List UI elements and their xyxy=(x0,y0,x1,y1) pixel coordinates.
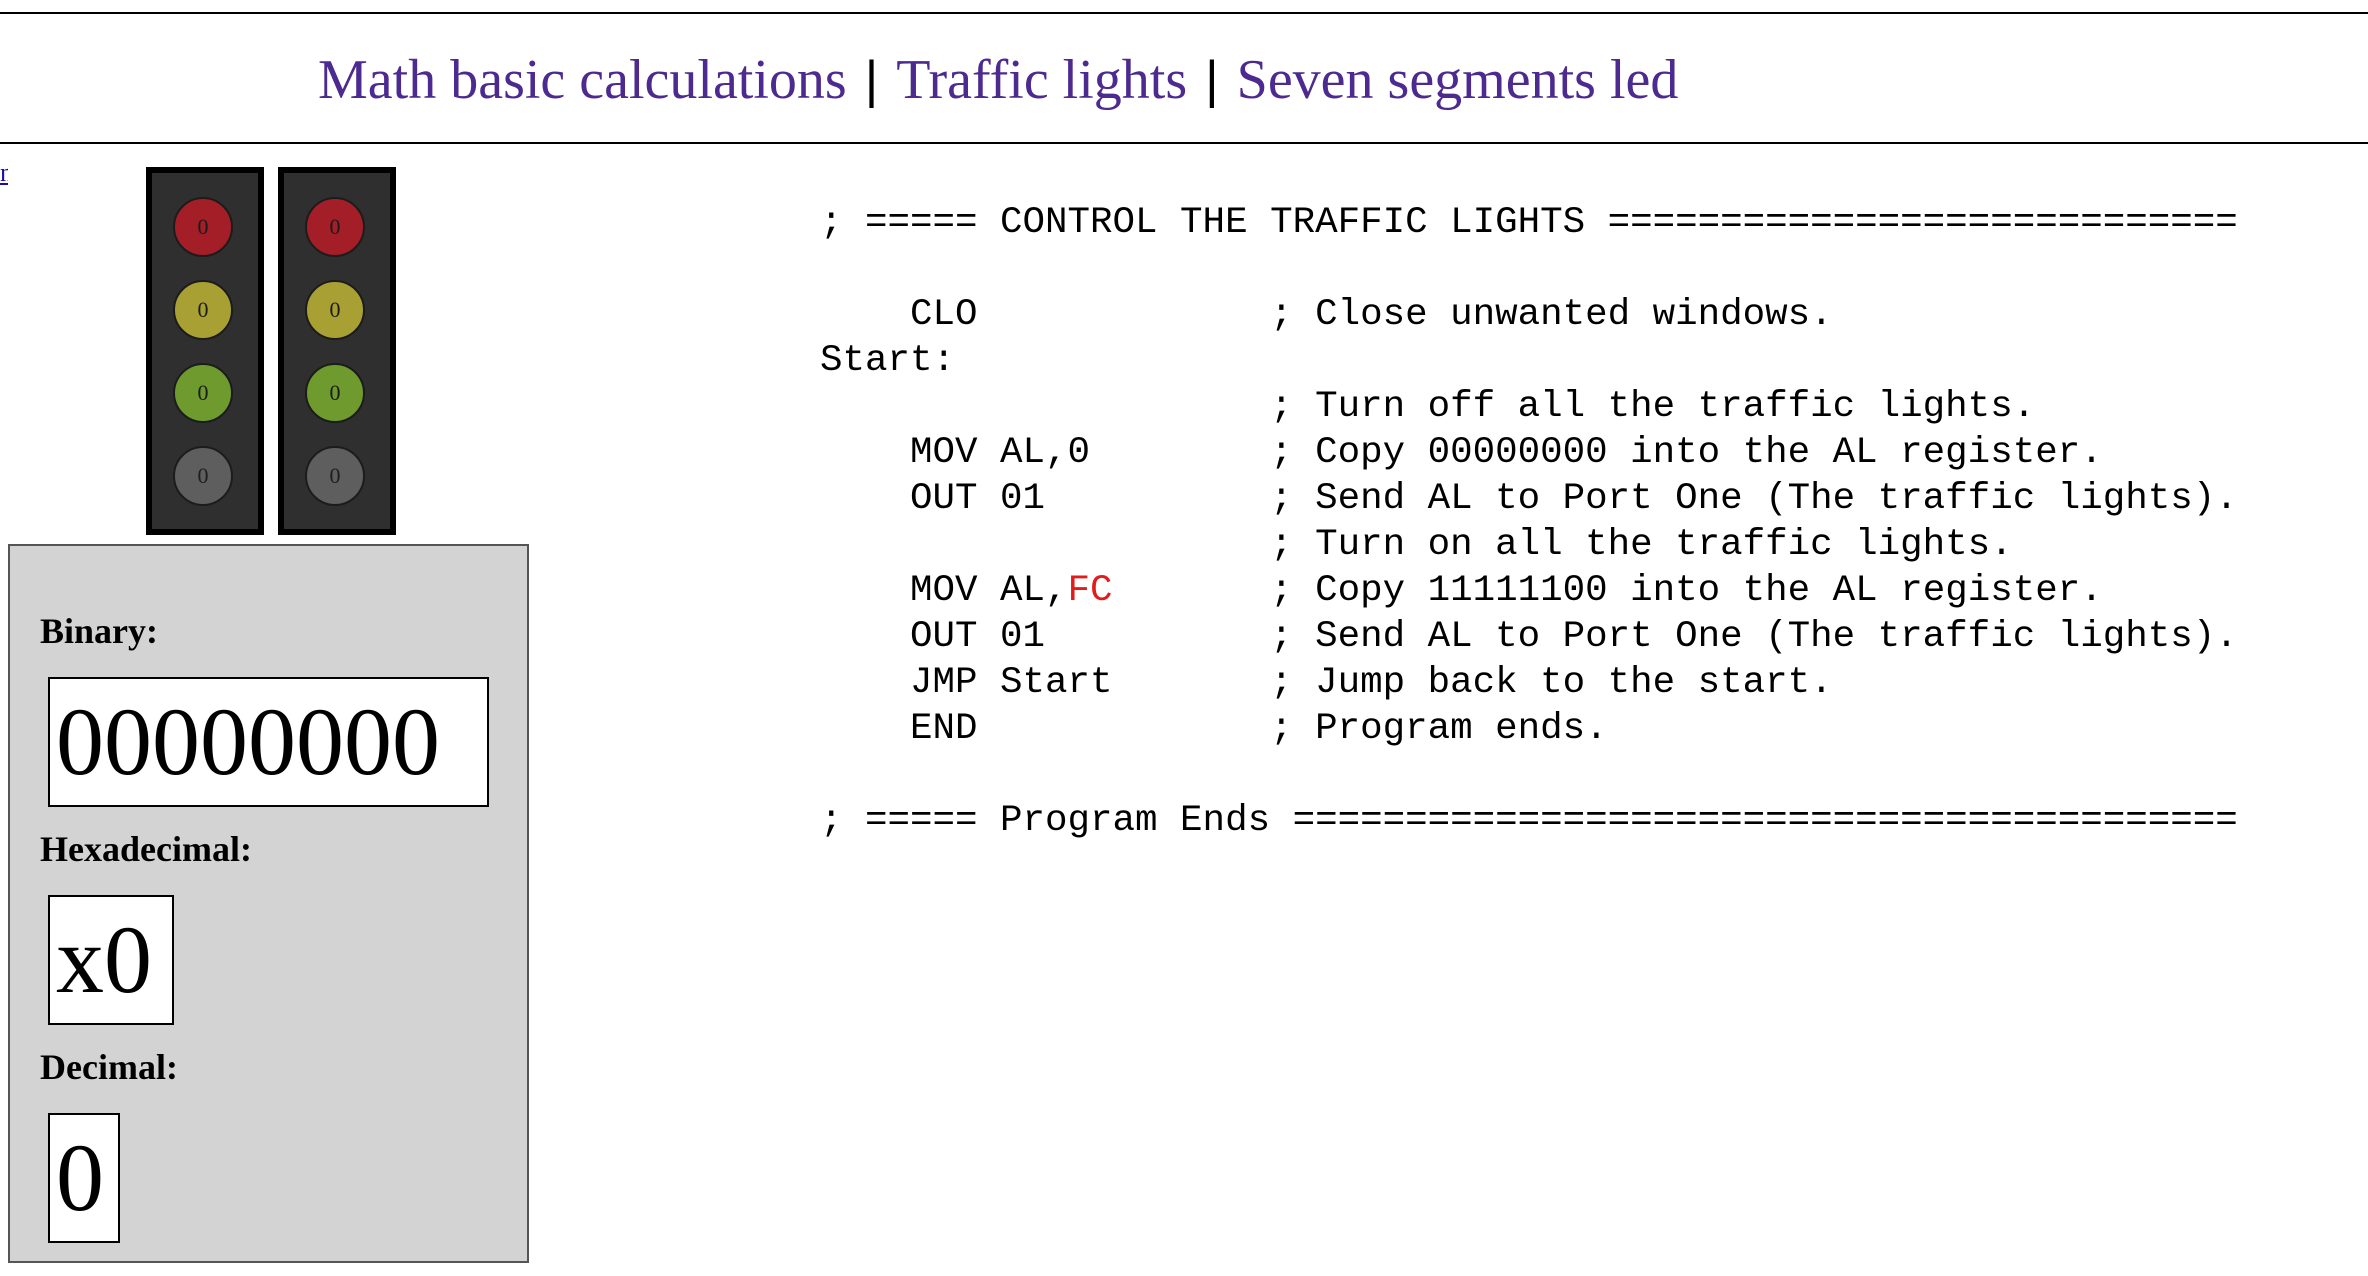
grey-lamp: 0 xyxy=(173,446,233,506)
code-line: MOV AL,0 ; Copy 00000000 into the AL reg… xyxy=(820,432,2103,474)
code-line: CLO ; Close unwanted windows. xyxy=(820,294,1833,336)
nav-separator: | xyxy=(864,51,879,109)
red-lamp: 0 xyxy=(305,197,365,257)
nav-link-math-basic-calculations[interactable]: Math basic calculations xyxy=(318,48,847,112)
assembly-code-listing: ; ===== CONTROL THE TRAFFIC LIGHTS =====… xyxy=(820,200,2238,844)
hexadecimal-label: Hexadecimal: xyxy=(40,829,252,869)
code-line: END ; Program ends. xyxy=(820,708,1608,750)
binary-label: Binary: xyxy=(40,611,159,651)
nav-separator: | xyxy=(1205,51,1219,109)
traffic-light-1: 0 0 0 0 xyxy=(146,167,264,535)
code-line: MOV AL, xyxy=(820,570,1068,612)
number-converter-panel: Binary: 00000000 Hexadecimal: x0 Decimal… xyxy=(8,544,529,1263)
code-header-comment: ; ===== CONTROL THE TRAFFIC LIGHTS =====… xyxy=(820,202,2238,244)
top-navigation: Math basic calculations | Traffic lights… xyxy=(318,40,1678,120)
edge-link[interactable]: n xyxy=(0,158,8,188)
traffic-light-2: 0 0 0 0 xyxy=(278,167,396,535)
code-highlight-value: FC xyxy=(1067,570,1113,612)
code-line: ; Turn off all the traffic lights. xyxy=(820,386,2036,428)
nav-link-seven-segments-led[interactable]: Seven segments led xyxy=(1237,48,1679,112)
green-lamp: 0 xyxy=(173,363,233,423)
grey-lamp: 0 xyxy=(305,446,365,506)
decimal-label: Decimal: xyxy=(40,1047,178,1087)
code-line: OUT 01 ; Send AL to Port One (The traffi… xyxy=(820,616,2238,658)
green-lamp: 0 xyxy=(305,363,365,423)
code-line: ; Copy 11111100 into the AL register. xyxy=(1112,570,2103,612)
nav-link-traffic-lights[interactable]: Traffic lights xyxy=(896,48,1187,112)
code-line: ; Turn on all the traffic lights. xyxy=(820,524,2013,566)
decimal-value: 0 xyxy=(48,1113,120,1243)
yellow-lamp: 0 xyxy=(173,280,233,340)
top-rule xyxy=(0,12,2368,14)
yellow-lamp: 0 xyxy=(305,280,365,340)
hexadecimal-value: x0 xyxy=(48,895,174,1025)
code-line: Start: xyxy=(820,340,956,382)
red-lamp: 0 xyxy=(173,197,233,257)
code-line: JMP Start ; Jump back to the start. xyxy=(820,662,1833,704)
code-footer-comment: ; ===== Program Ends ===================… xyxy=(820,800,2238,842)
binary-value: 00000000 xyxy=(48,677,489,807)
nav-bottom-rule xyxy=(0,142,2368,144)
code-line: OUT 01 ; Send AL to Port One (The traffi… xyxy=(820,478,2238,520)
